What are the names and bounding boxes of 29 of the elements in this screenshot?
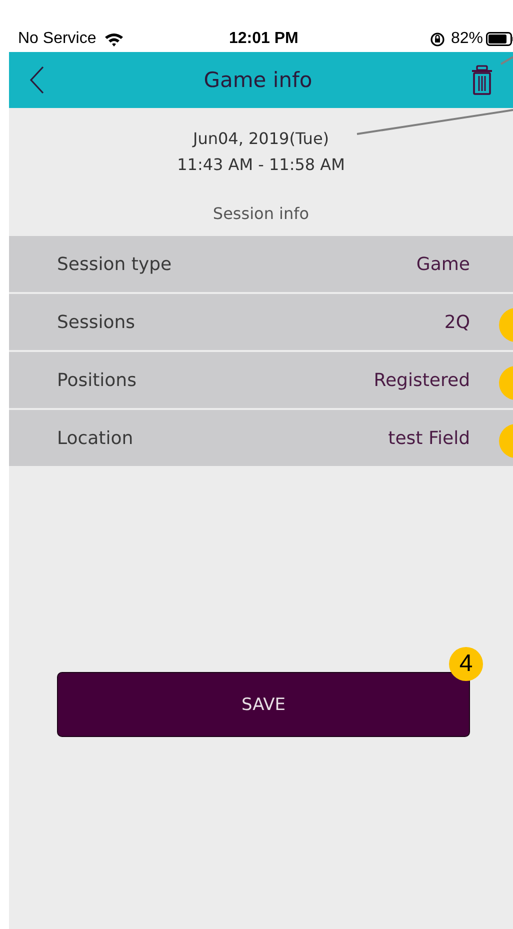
info-row[interactable]: Session type Game — [9, 236, 513, 292]
battery-percent: 82% — [450, 30, 483, 48]
leader-line — [500, 56, 513, 65]
rotation-lock-icon — [430, 32, 445, 46]
section-title: Session info — [212, 204, 310, 224]
row-value: Game — [416, 254, 470, 274]
info-row[interactable]: Location test Field — [9, 410, 513, 466]
row-label: Positions — [57, 370, 136, 390]
callout-number: 4 — [449, 647, 483, 681]
row-label: Location — [57, 428, 134, 448]
carrier-name: No Service — [18, 30, 96, 48]
info-row[interactable]: Positions Registered — [9, 352, 513, 408]
save-button[interactable]: SAVE — [57, 672, 470, 737]
back-icon — [29, 66, 45, 94]
back-button[interactable] — [29, 66, 45, 94]
battery-icon — [486, 32, 513, 46]
trash-icon — [471, 65, 493, 95]
screen-title: Game info — [204, 68, 312, 92]
delete-button[interactable] — [471, 65, 493, 95]
info-row[interactable]: Sessions 2Q — [9, 294, 513, 350]
row-label: Session type — [57, 254, 172, 274]
clock-time: 12:01 PM — [229, 30, 298, 48]
row-value: 2Q — [444, 312, 470, 332]
row-label: Sessions — [57, 312, 136, 332]
row-value: Registered — [374, 370, 470, 390]
session-time-range: 11:43 AM - 11:58 AM — [177, 155, 345, 175]
row-value: test Field — [388, 428, 470, 448]
session-date: Jun04, 2019(Tue) — [192, 129, 330, 149]
wifi-icon — [104, 32, 124, 46]
